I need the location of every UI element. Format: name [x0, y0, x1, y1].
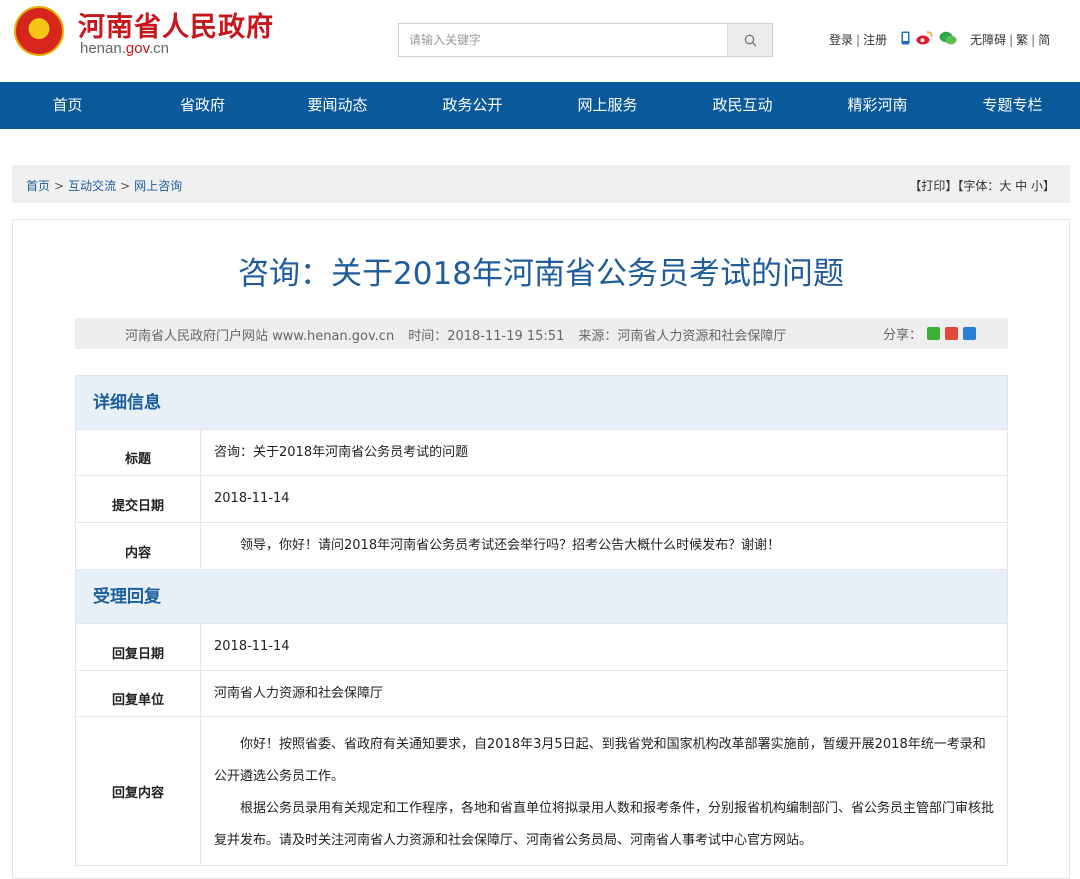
- top-links: 登录 | 注册 无障碍 | 繁 | 简: [829, 31, 1050, 48]
- content-label: 内容: [76, 523, 201, 569]
- reply-unit-label: 回复单位: [76, 671, 201, 716]
- title-label: 标题: [76, 430, 201, 475]
- share-qq-icon[interactable]: [963, 327, 977, 340]
- traditional-link[interactable]: 繁: [1016, 31, 1028, 48]
- submit-date-label: 提交日期: [76, 476, 201, 522]
- site-title[interactable]: 河南省人民政府: [78, 5, 274, 44]
- domain-suffix: .cn: [148, 40, 169, 57]
- reply-heading: 受理回复: [76, 570, 1007, 624]
- title-value: 咨询：关于2018年河南省公务员考试的问题: [214, 445, 469, 460]
- reply-date-label: 回复日期: [76, 624, 201, 670]
- reply-paragraph: 你好！按照省委、省政府有关通知要求，自2018年3月5日起、到我省党和国家机构改…: [214, 737, 986, 784]
- accessible-link[interactable]: 无障碍: [970, 31, 1006, 48]
- wechat-icon[interactable]: [939, 31, 957, 48]
- submit-date-value: 2018-11-14: [214, 491, 290, 506]
- search-box: [398, 23, 773, 57]
- reply-date-value: 2018-11-14: [214, 639, 290, 654]
- breadcrumb: 首页 > 互动交流 > 网上咨询: [26, 177, 182, 194]
- separator: |: [1031, 32, 1036, 47]
- share-weibo-icon[interactable]: [945, 327, 959, 340]
- article-meta: 河南省人民政府门户网站 www.henan.gov.cn 时间：2018-11-1…: [75, 318, 1008, 349]
- site-header: 河南省人民政府 henan.gov.cn 登录 | 注册 无障碍 | 繁 | 简: [0, 0, 1080, 82]
- nav-item-online-services[interactable]: 网上服务: [540, 82, 675, 129]
- breadcrumb-separator: >: [120, 179, 131, 193]
- simplified-link[interactable]: 简: [1038, 31, 1050, 48]
- share-bar: 分享：: [883, 324, 977, 343]
- table-row: 内容 领导，你好！请问2018年河南省公务员考试还会举行吗？招考公告大概什么时候…: [76, 523, 1007, 570]
- article-source: 来源：河南省人力资源和社会保障厅: [578, 329, 787, 344]
- publish-time: 时间：2018-11-19 15:51: [408, 329, 565, 344]
- content-value: 领导，你好！请问2018年河南省公务员考试还会举行吗？招考公告大概什么时候发布？…: [240, 538, 781, 553]
- search-button[interactable]: [727, 24, 772, 56]
- breadcrumb-interaction[interactable]: 互动交流: [68, 179, 116, 193]
- share-label: 分享：: [883, 328, 923, 343]
- weibo-icon[interactable]: [916, 31, 933, 48]
- separator: |: [856, 32, 861, 47]
- site-info: 河南省人民政府门户网站 www.henan.gov.cn: [125, 329, 395, 344]
- nav-item-interaction[interactable]: 政民互动: [675, 82, 810, 129]
- nav-item-wonderful-henan[interactable]: 精彩河南: [810, 82, 945, 129]
- nav-item-government-affairs[interactable]: 政务公开: [405, 82, 540, 129]
- search-icon: [744, 34, 756, 46]
- main-nav: 首页 省政府 要闻动态 政务公开 网上服务 政民互动 精彩河南 专题专栏: [0, 82, 1080, 129]
- table-row: 标题 咨询：关于2018年河南省公务员考试的问题: [76, 430, 1007, 476]
- login-link[interactable]: 登录: [829, 31, 853, 48]
- domain-gov: gov: [125, 40, 149, 57]
- reply-content-label: 回复内容: [76, 717, 201, 865]
- search-input[interactable]: [399, 24, 727, 56]
- nav-item-special-topics[interactable]: 专题专栏: [945, 82, 1080, 129]
- reply-unit-value: 河南省人力资源和社会保障厅: [214, 686, 384, 701]
- nav-item-home[interactable]: 首页: [0, 82, 135, 129]
- table-row: 提交日期 2018-11-14: [76, 476, 1007, 523]
- register-link[interactable]: 注册: [863, 31, 887, 48]
- breadcrumb-bar: 首页 > 互动交流 > 网上咨询 【打印】【字体：大 中 小】: [12, 165, 1070, 203]
- separator: |: [1009, 32, 1014, 47]
- domain-prefix: henan.: [80, 40, 126, 57]
- details-heading: 详细信息: [76, 376, 1007, 430]
- consult-table: 详细信息 标题 咨询：关于2018年河南省公务员考试的问题 提交日期 2018-…: [75, 375, 1008, 866]
- print-font-tools[interactable]: 【打印】【字体：大 中 小】: [909, 177, 1055, 194]
- nav-item-news[interactable]: 要闻动态: [270, 82, 405, 129]
- article-panel: 咨询：关于2018年河南省公务员考试的问题 河南省人民政府门户网站 www.he…: [12, 219, 1070, 879]
- table-row: 回复日期 2018-11-14: [76, 624, 1007, 671]
- reply-content-value: 你好！按照省委、省政府有关通知要求，自2018年3月5日起、到我省党和国家机构改…: [201, 717, 1007, 865]
- table-row: 回复内容 你好！按照省委、省政府有关通知要求，自2018年3月5日起、到我省党和…: [76, 717, 1007, 865]
- meta-text: 河南省人民政府门户网站 www.henan.gov.cn 时间：2018-11-1…: [125, 325, 800, 344]
- breadcrumb-separator: >: [54, 179, 65, 193]
- mobile-icon[interactable]: [901, 31, 910, 48]
- site-domain: henan.gov.cn: [80, 40, 169, 57]
- table-row: 回复单位 河南省人力资源和社会保障厅: [76, 671, 1007, 717]
- page-title: 咨询：关于2018年河南省公务员考试的问题: [238, 256, 844, 292]
- share-wechat-icon[interactable]: [927, 327, 941, 340]
- emblem-logo[interactable]: [14, 6, 64, 56]
- breadcrumb-home[interactable]: 首页: [26, 179, 50, 193]
- reply-paragraph: 根据公务员录用有关规定和工作程序，各地和省直单位将拟录用人数和报考条件，分别报省…: [214, 801, 995, 848]
- nav-item-provincial-government[interactable]: 省政府: [135, 82, 270, 129]
- breadcrumb-online-consult[interactable]: 网上咨询: [134, 179, 182, 193]
